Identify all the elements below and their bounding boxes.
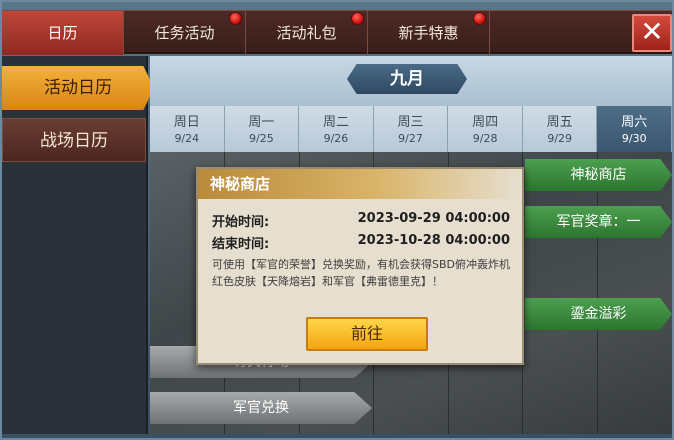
weekday-label: 周五 — [546, 115, 573, 130]
go-button[interactable]: 前往 — [306, 317, 428, 351]
date-label: 9/25 — [249, 132, 274, 145]
date-label: 9/28 — [472, 132, 498, 145]
sidebar-item-event-calendar[interactable]: 活动日历 — [2, 66, 154, 110]
event-detail-popup: 神秘商店 开始时间: 2023-09-29 04:00:00 结束时间: 202… — [196, 167, 524, 365]
event-label: 军官兑换 — [233, 400, 289, 416]
tab-calendar-label: 日历 — [47, 24, 78, 42]
notification-dot-icon — [229, 12, 242, 25]
day-column-header: 周五 9/29 — [522, 106, 598, 152]
event-gilded-overflow[interactable]: 鎏金溢彩 — [525, 298, 672, 330]
sidebar-item-battle-calendar[interactable]: 战场日历 — [2, 118, 146, 162]
event-description: 可使用【军官的荣誉】兑换奖励，有机会获得SBD俯冲轰炸机红色皮肤【天降熔岩】和军… — [212, 258, 510, 288]
weekday-header: 周日 9/24 周一 9/25 周二 9/26 周三 9/27 周四 9/28 … — [150, 106, 673, 152]
day-column-header-today: 周六 9/30 — [597, 106, 673, 152]
start-time-value: 2023-09-29 04:00:00 — [357, 211, 510, 226]
tab-newbie-deals-label: 新手特惠 — [398, 24, 459, 42]
notification-dot-icon — [351, 12, 364, 25]
weekday-label: 周三 — [397, 115, 424, 130]
tab-event-packs-label: 活动礼包 — [276, 24, 337, 42]
close-button[interactable]: ✕ — [632, 14, 672, 52]
date-label: 9/27 — [398, 132, 423, 145]
day-column-header: 周四 9/28 — [448, 106, 523, 152]
event-label: 鎏金溢彩 — [570, 306, 627, 322]
day-column-header: 周二 9/26 — [299, 106, 374, 152]
go-button-label: 前往 — [350, 324, 383, 343]
event-label: 军官奖章：一 — [556, 214, 641, 230]
tab-task-events[interactable]: 任务活动 — [124, 11, 246, 55]
weekday-label: 周日 — [173, 115, 200, 130]
close-icon: ✕ — [640, 15, 664, 48]
sidebar-item-label: 战场日历 — [40, 131, 108, 151]
sidebar-item-label: 活动日历 — [44, 78, 112, 98]
end-time-value: 2023-10-28 04:00:00 — [357, 233, 510, 248]
start-time-label: 开始时间: — [212, 215, 270, 230]
end-time-label: 结束时间: — [212, 237, 270, 252]
tab-newbie-deals[interactable]: 新手特惠 — [368, 11, 490, 55]
date-label: 9/26 — [323, 132, 349, 145]
notification-dot-icon — [473, 12, 486, 25]
grid-divider — [597, 152, 598, 434]
tab-task-events-label: 任务活动 — [154, 24, 215, 42]
weekday-label: 周六 — [621, 115, 648, 130]
event-mystery-shop[interactable]: 神秘商店 — [525, 159, 672, 191]
weekday-label: 周四 — [472, 115, 499, 130]
top-tab-bar: 日历 任务活动 活动礼包 新手特惠 — [2, 10, 672, 55]
event-label: 神秘商店 — [570, 167, 627, 183]
date-label: 9/29 — [547, 132, 573, 145]
day-column-header: 周一 9/25 — [224, 106, 300, 152]
month-title: 九月 — [347, 64, 467, 94]
date-label: 9/24 — [174, 132, 200, 145]
weekday-label: 周一 — [248, 115, 275, 130]
date-label: 9/30 — [621, 132, 647, 145]
tab-calendar[interactable]: 日历 — [2, 11, 124, 55]
event-officer-exchange[interactable]: 军官兑换 — [150, 392, 372, 424]
day-column-header: 周三 9/27 — [373, 106, 449, 152]
sidebar — [2, 56, 148, 434]
event-officer-medal[interactable]: 军官奖章：一 — [525, 206, 672, 238]
tab-event-packs[interactable]: 活动礼包 — [246, 11, 368, 55]
month-header: 九月 — [150, 56, 672, 106]
weekday-label: 周二 — [322, 115, 349, 130]
popup-title: 神秘商店 — [198, 169, 522, 199]
day-column-header: 周日 9/24 — [150, 106, 225, 152]
